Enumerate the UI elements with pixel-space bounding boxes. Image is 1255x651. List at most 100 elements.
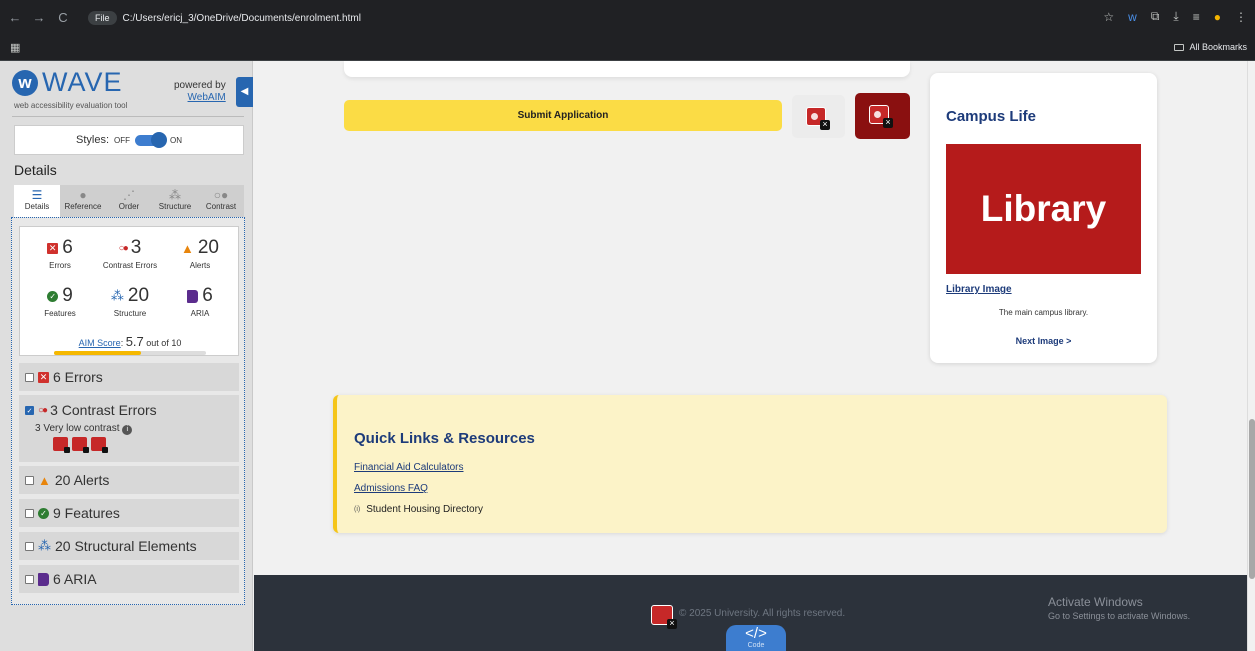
code-panel-tab[interactable]: </> Code: [726, 625, 786, 651]
scrollbar-thumb[interactable]: [1249, 419, 1255, 579]
structure-checkbox[interactable]: [25, 541, 34, 551]
download-icon[interactable]: ⤓: [1173, 9, 1178, 24]
tab-structure[interactable]: ⁂ Structure: [152, 185, 198, 217]
category-label[interactable]: 3 Contrast Errors: [50, 402, 157, 418]
wave-info-icon[interactable]: (i): [354, 506, 360, 513]
alert-icon: ▲: [38, 472, 51, 488]
extensions-icon[interactable]: ⧉: [1151, 9, 1160, 24]
contrast-icon: ○●: [213, 188, 229, 202]
stat-features[interactable]: ✓ 9 Features: [25, 285, 95, 318]
activate-windows-watermark: Activate Windows Go to Settings to activ…: [1048, 595, 1190, 621]
financial-aid-link[interactable]: Financial Aid Calculators: [354, 462, 464, 473]
tab-label: Structure: [158, 202, 192, 211]
summary-box: ✕ 6 Errors ○● 3 Contrast Errors ▲ 20 Alerts…: [19, 226, 239, 356]
code-icon: </>: [745, 625, 767, 642]
footer-copyright: © 2025 University. All rights reserved.: [679, 608, 846, 619]
category-label: 6 ARIA: [53, 571, 97, 587]
next-image-link[interactable]: Next Image >: [930, 336, 1157, 346]
address-bar[interactable]: File C:/Users/ericj_3/OneDrive/Documents…: [88, 7, 1088, 29]
error-icon: ✕: [47, 242, 59, 254]
contrast-checkbox[interactable]: ✓: [25, 405, 34, 415]
alerts-checkbox[interactable]: [25, 475, 34, 485]
library-caption: The main campus library.: [998, 308, 1089, 317]
feature-icon: ✓: [38, 507, 49, 519]
aim-score-suffix: out of 10: [146, 338, 182, 348]
powered-by-label: powered by: [174, 80, 226, 91]
category-errors[interactable]: ✕ 6 Errors: [19, 363, 239, 391]
aim-score-bar: [54, 351, 206, 355]
activate-line2: Go to Settings to activate Windows.: [1048, 611, 1191, 621]
contrast-error-list: [53, 437, 108, 453]
library-image-link[interactable]: Library Image: [946, 284, 1012, 295]
category-aria[interactable]: 6 ARIA: [19, 565, 239, 593]
category-label: 6 Errors: [53, 369, 103, 385]
structure-icon: ⁂: [38, 538, 51, 553]
contrast-detail-label: 3 Very low contrast: [35, 423, 120, 434]
page-content: Submit Application Campus Life Library L…: [254, 61, 1247, 651]
tab-order[interactable]: ⋰ Order: [106, 185, 152, 217]
back-button[interactable]: ←: [6, 10, 24, 25]
menu-icon[interactable]: ⋮: [1235, 10, 1247, 24]
reload-button[interactable]: C: [54, 10, 72, 25]
stat-contrast[interactable]: ○● 3 Contrast Errors: [95, 237, 165, 270]
styles-label: Styles:: [75, 134, 109, 146]
wave-logo: w WAVE: [12, 67, 123, 98]
aria-checkbox[interactable]: [25, 574, 34, 584]
quick-links-section: Quick Links & Resources Financial Aid Ca…: [333, 395, 1167, 533]
stat-aria[interactable]: 6 ARIA: [165, 285, 235, 318]
stat-count: 9: [62, 285, 73, 306]
aim-score-link[interactable]: AIM Score: [79, 338, 121, 348]
admissions-faq-link[interactable]: Admissions FAQ: [354, 483, 428, 494]
quick-links-title: Quick Links & Resources: [354, 430, 535, 447]
details-panel: ✕ 6 Errors ○● 3 Contrast Errors ▲ 20 Alerts…: [11, 217, 245, 605]
stat-label: ARIA: [190, 309, 210, 318]
stat-label: Features: [44, 309, 76, 318]
aria-icon: [187, 289, 199, 303]
stat-label: Structure: [113, 309, 147, 318]
wave-extension-icon[interactable]: w: [1128, 10, 1137, 24]
category-features[interactable]: ✓ 9 Features: [19, 499, 239, 527]
reading-list-icon[interactable]: ≡: [1193, 10, 1200, 24]
aria-icon: [38, 572, 49, 586]
wave-contrast-flag[interactable]: [792, 95, 845, 138]
info-icon[interactable]: i: [122, 425, 133, 435]
collapse-sidebar-button[interactable]: ◀: [236, 77, 253, 107]
stat-alerts[interactable]: ▲ 20 Alerts: [165, 237, 235, 270]
tab-details[interactable]: ☰ Details: [14, 185, 60, 217]
aim-score: AIM Score: 5.7 out of 10: [78, 334, 182, 349]
errors-checkbox[interactable]: [25, 372, 34, 382]
styles-toggle[interactable]: [135, 131, 167, 148]
contrast-error-item-icon[interactable]: [72, 437, 89, 453]
all-bookmarks-button[interactable]: All Bookmarks: [1174, 42, 1247, 52]
apps-grid-icon[interactable]: ▦: [10, 41, 20, 54]
wave-contrast-flag-selected[interactable]: [855, 93, 910, 139]
star-icon[interactable]: ☆: [1103, 10, 1114, 24]
stat-structure[interactable]: ⁂ 20 Structure: [95, 285, 165, 318]
powered-by: powered by WebAIM: [174, 80, 226, 104]
contrast-error-icon[interactable]: [651, 605, 677, 629]
page-scrollbar[interactable]: [1247, 61, 1255, 651]
category-alerts[interactable]: ▲ 20 Alerts: [19, 466, 239, 494]
wave-logo-icon: w: [12, 69, 38, 96]
submit-application-button[interactable]: Submit Application: [344, 100, 782, 131]
file-chip[interactable]: File: [88, 11, 117, 25]
contrast-error-icon: [806, 107, 830, 130]
info-icon: ●: [79, 188, 87, 202]
stat-errors[interactable]: ✕ 6 Errors: [25, 237, 95, 270]
details-heading: Details: [14, 162, 57, 178]
stat-count: 6: [202, 285, 213, 306]
category-structure[interactable]: ⁂ 20 Structural Elements: [19, 532, 239, 560]
tab-contrast[interactable]: ○● Contrast: [198, 185, 244, 217]
tab-reference[interactable]: ● Reference: [60, 185, 106, 217]
alert-icon: ▲: [180, 240, 194, 256]
features-checkbox[interactable]: [25, 508, 34, 518]
contrast-error-item-icon[interactable]: [91, 437, 108, 453]
wave-tabs: ☰ Details ● Reference ⋰ Order ⁂ Structure ○●…: [14, 185, 244, 217]
profile-avatar[interactable]: ●: [1214, 10, 1221, 24]
stat-label: Alerts: [189, 261, 211, 270]
webaim-link[interactable]: WebAIM: [188, 92, 226, 103]
contrast-error-item-icon[interactable]: [53, 437, 70, 453]
url-text: C:/Users/ericj_3/OneDrive/Documents/enro…: [122, 12, 361, 24]
stat-count: 20: [127, 285, 150, 306]
forward-button[interactable]: →: [30, 10, 48, 25]
